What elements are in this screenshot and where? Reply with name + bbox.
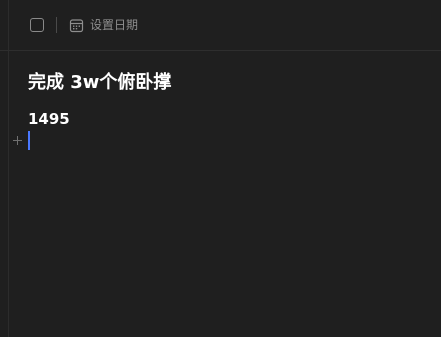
set-date-label: 设置日期 (90, 18, 139, 32)
set-date-button[interactable]: 设置日期 (69, 16, 138, 34)
calendar-icon (69, 18, 84, 33)
task-note-text[interactable]: 1495 (28, 109, 70, 129)
task-detail-pane: 设置日期 完成 3w个俯卧撑 1495 (0, 0, 441, 337)
note-editor[interactable] (28, 128, 428, 152)
task-title[interactable]: 完成 3w个俯卧撑 (28, 70, 171, 96)
text-cursor (28, 131, 30, 150)
plus-icon[interactable] (12, 133, 23, 147)
toolbar-divider (56, 17, 57, 33)
task-complete-checkbox[interactable] (30, 18, 44, 32)
task-toolbar: 设置日期 (0, 0, 441, 51)
